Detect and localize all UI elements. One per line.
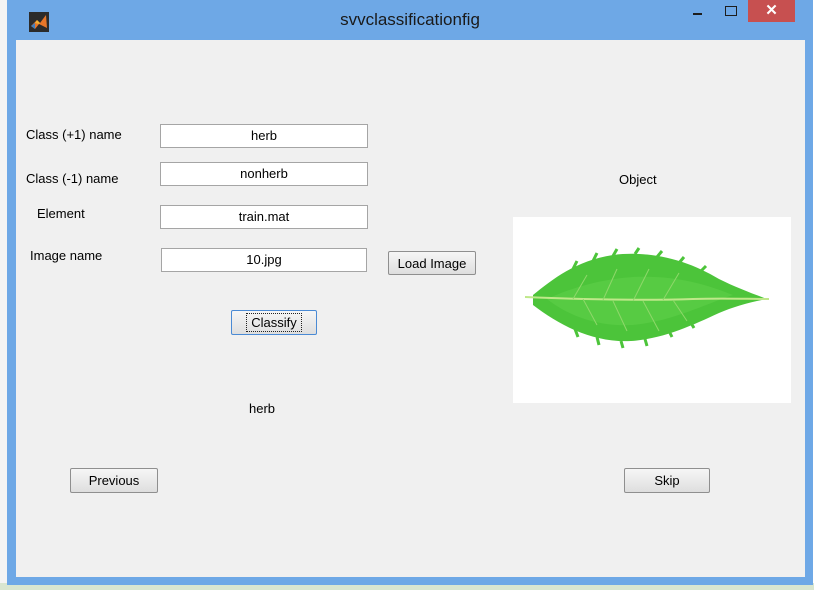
- result-label: herb: [249, 401, 276, 416]
- previous-button[interactable]: Previous: [70, 468, 158, 493]
- object-image-panel: [513, 217, 791, 403]
- element-field[interactable]: train.mat: [160, 205, 368, 229]
- skip-button[interactable]: Skip: [624, 468, 710, 493]
- class-neg-field[interactable]: nonherb: [160, 162, 368, 186]
- figure-client-area: Class (+1) name herb Class (-1) name non…: [16, 40, 805, 577]
- object-panel-title: Object: [619, 172, 657, 187]
- load-image-button[interactable]: Load Image: [388, 251, 476, 275]
- title-bar[interactable]: svvclassificationfig ✕: [7, 0, 813, 40]
- close-button[interactable]: ✕: [748, 0, 795, 22]
- class-pos-label: Class (+1) name: [26, 127, 122, 142]
- element-label: Element: [37, 206, 85, 221]
- class-neg-label: Class (-1) name: [26, 171, 119, 186]
- class-pos-field[interactable]: herb: [160, 124, 368, 148]
- classify-button[interactable]: Classify: [231, 310, 317, 335]
- app-window: svvclassificationfig ✕ Class (+1) name h…: [7, 0, 813, 585]
- image-name-label: Image name: [30, 248, 103, 263]
- minimize-button[interactable]: [682, 0, 712, 24]
- image-name-field[interactable]: 10.jpg: [161, 248, 367, 272]
- classify-button-label: Classify: [246, 313, 302, 332]
- maximize-button[interactable]: [715, 0, 745, 24]
- leaf-image: [524, 247, 770, 349]
